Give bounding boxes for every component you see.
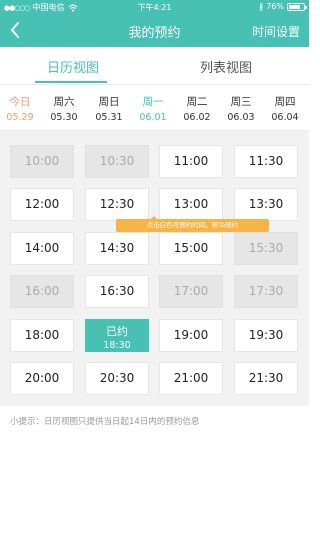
app-header: ●●○○○ 中国电信 下午4:21 ∦ 76% 我的预约 时间设置 (0, 0, 309, 47)
time-slot-button[interactable]: 19:30 (234, 319, 298, 352)
bluetooth-icon: ∦ (259, 2, 264, 11)
disabled-time-slot: 10:00 (10, 145, 74, 178)
time-slot-button[interactable]: 11:00 (159, 145, 223, 178)
day-item[interactable]: 周一 06.01 (133, 94, 173, 123)
time-slot-grid: 10:00 10:30 11:00 11:30 12:00 12:30 13:00 13:30… (0, 131, 309, 406)
day-weekday: 周三 (230, 96, 252, 108)
time-slot-button[interactable]: 21:30 (234, 362, 298, 395)
time-slot-button[interactable]: 14:00 (10, 232, 74, 265)
time-slot-button[interactable]: 13:00 (159, 188, 223, 221)
time-slot-button[interactable]: 12:00 (10, 188, 74, 221)
time-slot-button[interactable]: 21:00 (159, 362, 223, 395)
day-item[interactable]: 今日 05.29 (0, 94, 40, 123)
time-slot-button[interactable]: 15:00 (159, 232, 223, 265)
time-slot-button[interactable]: 13:30 (234, 188, 298, 221)
day-item[interactable]: 周三 06.03 (221, 94, 261, 123)
battery-fill (289, 4, 300, 9)
day-item[interactable]: 周日 05.31 (89, 94, 129, 123)
navigation-bar: 我的预约 时间设置 (0, 14, 309, 47)
tab-calendar-view[interactable]: 日历视图 (47, 57, 99, 76)
day-weekday: 周日 (98, 96, 120, 108)
disabled-time-slot: 17:00 (159, 275, 223, 308)
time-slot-button[interactable]: 20:00 (10, 362, 74, 395)
tip-text: 小提示：日历视图只提供当日起14日内的预约信息 (10, 417, 200, 427)
status-right: ∦ 76% (259, 2, 307, 11)
time-settings-button[interactable]: 时间设置 (252, 23, 300, 40)
day-weekday: 周四 (274, 96, 296, 108)
view-tabs: 日历视图 列表视图 (0, 47, 309, 85)
day-item[interactable]: 周二 06.02 (177, 94, 217, 123)
day-date: 05.31 (95, 112, 123, 123)
battery-icon (287, 2, 307, 11)
day-date: 06.02 (183, 112, 211, 123)
active-tab-indicator (35, 81, 107, 83)
time-slot-button[interactable]: 18:00 (10, 319, 74, 352)
booked-label: 已约 (106, 325, 128, 338)
tab-list-view[interactable]: 列表视图 (200, 57, 252, 76)
time-slot-button[interactable]: 16:30 (85, 275, 149, 308)
time-slot-button[interactable]: 11:30 (234, 145, 298, 178)
day-weekday: 周二 (186, 96, 208, 108)
disabled-time-slot: 17:30 (234, 275, 298, 308)
day-date: 05.29 (6, 112, 34, 123)
disabled-time-slot: 16:00 (10, 275, 74, 308)
day-date: 06.01 (139, 112, 167, 123)
time-slot-button[interactable]: 12:30 (85, 188, 149, 221)
status-bar: ●●○○○ 中国电信 下午4:21 ∦ 76% (0, 0, 309, 14)
day-date: 06.04 (271, 112, 299, 123)
day-weekday: 周六 (53, 96, 75, 108)
booked-time-slot[interactable]: 已约 18:30 (85, 319, 149, 352)
booking-tooltip: 点击白色可预约时间，帮Ta预约 (116, 219, 269, 232)
day-item[interactable]: 周四 06.04 (265, 94, 305, 123)
day-date: 05.30 (50, 112, 78, 123)
day-weekday: 周一 (142, 96, 164, 108)
time-slot-button[interactable]: 20:30 (85, 362, 149, 395)
disabled-time-slot: 15:30 (234, 232, 298, 265)
battery-percent: 76% (266, 2, 284, 11)
booked-time: 18:30 (103, 340, 131, 351)
battery-tip (305, 5, 307, 9)
disabled-time-slot: 10:30 (85, 145, 149, 178)
time-slot-button[interactable]: 19:00 (159, 319, 223, 352)
time-slot-button[interactable]: 14:30 (85, 232, 149, 265)
day-item[interactable]: 周六 05.30 (44, 94, 84, 123)
day-weekday: 今日 (9, 96, 31, 108)
day-date: 06.03 (227, 112, 255, 123)
day-selector: 今日 05.29 周六 05.30 周日 05.31 周一 06.01 周二 06.02 周三 06.… (0, 85, 309, 131)
